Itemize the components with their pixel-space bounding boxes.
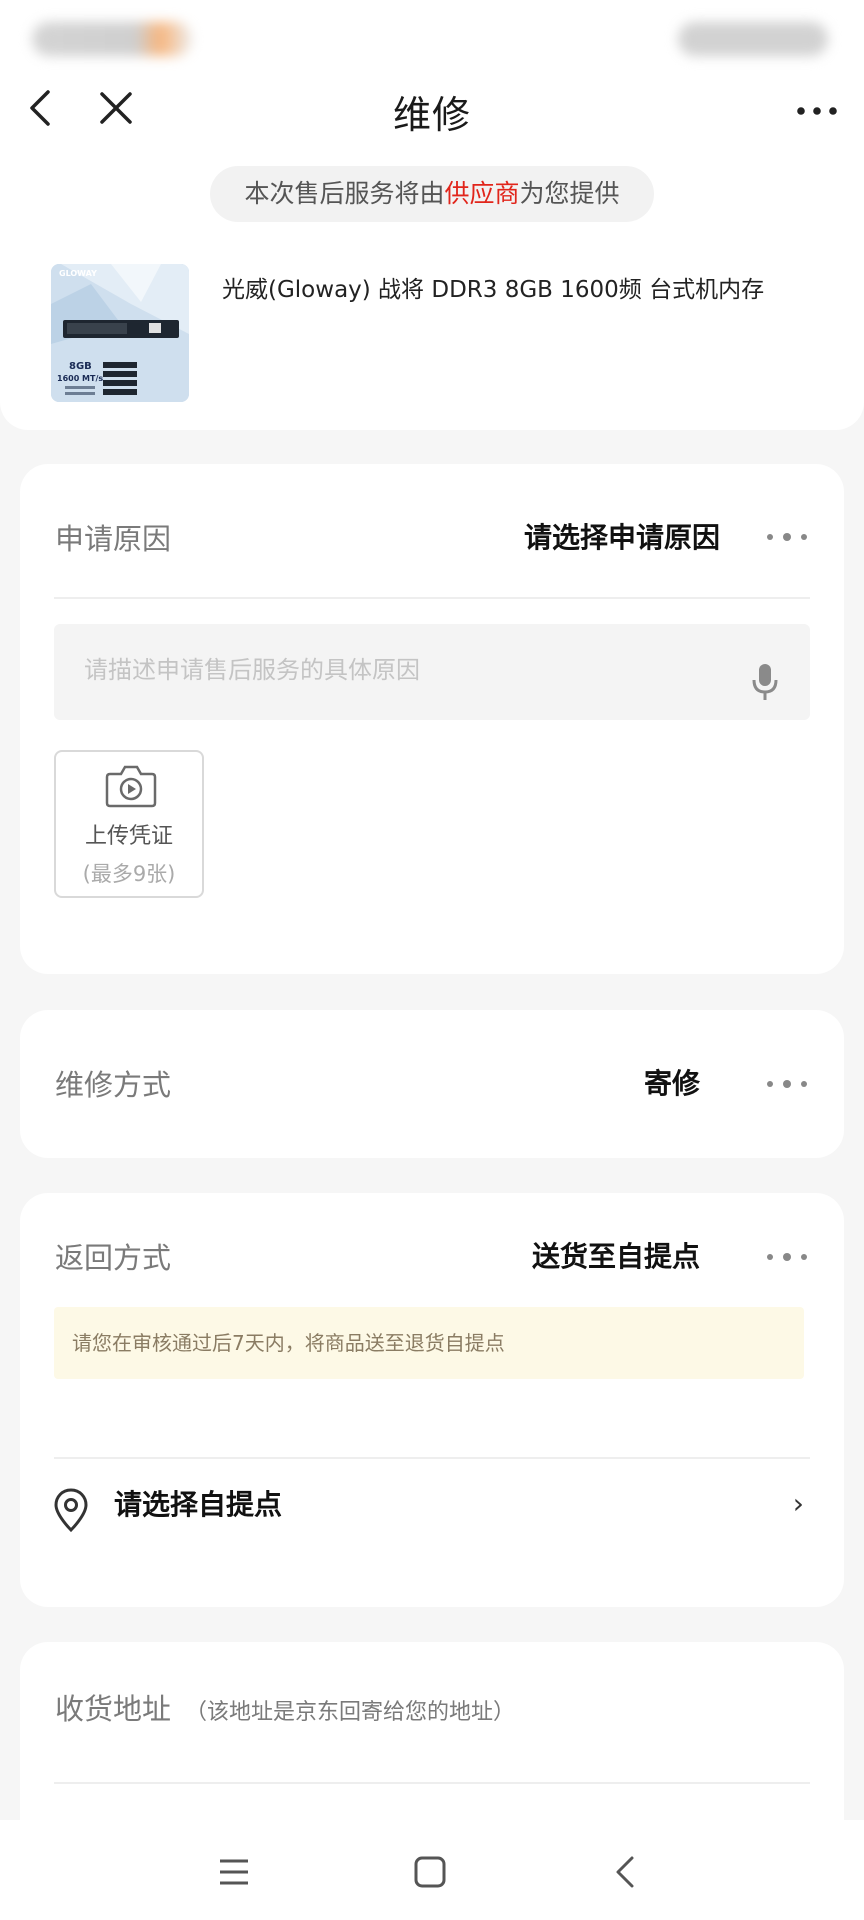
address-label-row: 收货地址 （该地址是京东回寄给您的地址）	[55, 1686, 515, 1728]
return-method-more-icon[interactable]	[764, 1250, 810, 1264]
reason-label: 申请原因	[55, 522, 172, 556]
status-bar	[0, 0, 864, 80]
reason-card: 申请原因 请选择申请原因 请描述申请售后服务的具体原因 上传凭证 (最多9张)	[20, 464, 844, 974]
mic-icon[interactable]	[750, 662, 780, 702]
return-divider	[54, 1457, 810, 1459]
address-label: 收货地址	[55, 1692, 172, 1726]
page-title: 维修	[392, 93, 471, 137]
return-notice: 请您在审核通过后7天内，将商品送至退货自提点	[54, 1307, 804, 1379]
product-image-speed: 1600 MT/s	[57, 374, 103, 383]
reason-placeholder: 请描述申请售后服务的具体原因	[84, 656, 420, 684]
upload-evidence-button[interactable]: 上传凭证 (最多9张)	[54, 750, 204, 898]
return-method-card: 返回方式 送货至自提点 请您在审核通过后7天内，将商品送至退货自提点 请选择自提…	[20, 1193, 844, 1607]
home-icon[interactable]	[408, 1850, 452, 1894]
supplier-notice: 本次售后服务将由供应商为您提供	[210, 166, 654, 222]
product-title[interactable]: 光威(Gloway) 战将 DDR3 8GB 1600频 台式机内存	[222, 270, 832, 304]
upload-label: 上传凭证	[84, 824, 173, 849]
status-bar-blurred-left	[32, 22, 192, 56]
product-image-brand: GLOWAY	[59, 269, 97, 278]
status-bar-blurred-right	[678, 22, 828, 56]
address-note: （该地址是京东回寄给您的地址）	[185, 1700, 516, 1725]
supplier-notice-text-1: 本次售后服务将由	[244, 179, 445, 208]
reason-more-icon[interactable]	[764, 530, 810, 544]
location-pin-icon	[54, 1488, 88, 1533]
menu-icon[interactable]	[212, 1850, 256, 1894]
camera-icon	[105, 765, 157, 808]
product-image[interactable]: GLOWAY 8GB 1600 MT/s	[51, 264, 189, 402]
repair-method-value[interactable]: 寄修	[644, 1062, 700, 1102]
reason-divider	[54, 597, 810, 599]
reason-select[interactable]: 请选择申请原因	[524, 516, 720, 556]
product-image-capacity: 8GB	[69, 361, 92, 372]
system-nav-bar	[0, 1820, 864, 1920]
top-section: 维修 本次售后服务将由供应商为您提供 GLOWAY 8GB 1600 MT/s …	[0, 0, 864, 430]
chevron-right-icon[interactable]: ›	[793, 1487, 804, 1520]
nav-back-icon[interactable]	[604, 1850, 648, 1894]
supplier-notice-highlight: 供应商	[444, 179, 520, 208]
supplier-notice-text-2: 为您提供	[519, 179, 620, 208]
pickup-point-label: 请选择自提点	[114, 1488, 283, 1521]
reason-description-input[interactable]: 请描述申请售后服务的具体原因	[54, 624, 810, 720]
nav-bar: 维修	[0, 80, 864, 137]
more-icon[interactable]	[792, 86, 842, 130]
repair-method-label: 维修方式	[55, 1068, 172, 1102]
upload-limit: (最多9张)	[82, 862, 176, 886]
return-method-label: 返回方式	[55, 1241, 172, 1275]
address-divider	[54, 1782, 810, 1784]
return-method-value[interactable]: 送货至自提点	[532, 1235, 700, 1275]
repair-method-more-icon[interactable]	[764, 1077, 810, 1091]
repair-method-card[interactable]: 维修方式 寄修	[20, 1010, 844, 1158]
